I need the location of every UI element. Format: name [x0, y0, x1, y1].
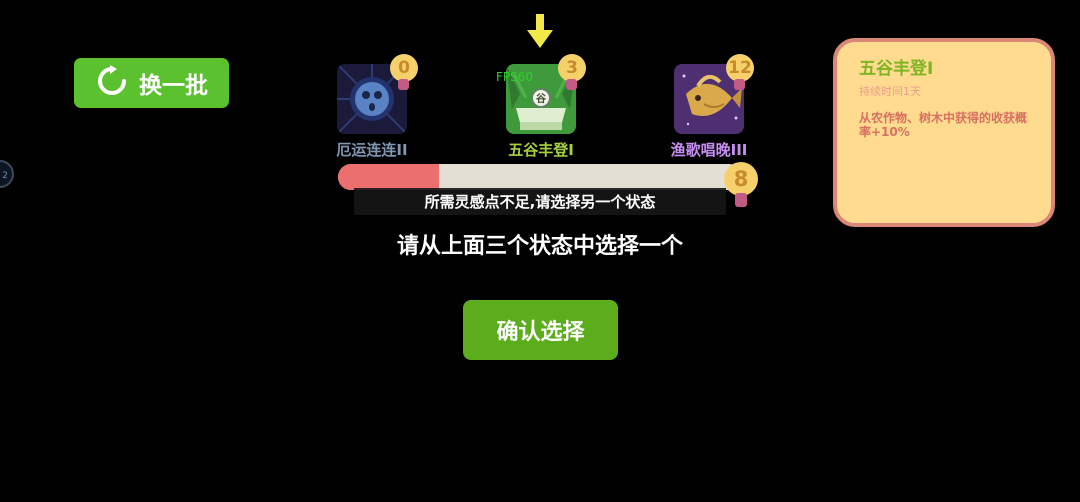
selection-prompt: 请从上面三个状态中选择一个: [396, 234, 683, 259]
status-name: 厄运连连II: [336, 141, 408, 159]
inspiration-progress-bar: [338, 164, 742, 190]
confirm-selection-button[interactable]: 确认选择: [463, 300, 618, 360]
status-count-badge: 0: [390, 54, 418, 82]
detail-description: 从农作物、树木中获得的收获概率+10%: [859, 111, 1028, 139]
fps-counter: FPS60: [496, 70, 534, 84]
badge-pin: [398, 79, 409, 90]
status-detail-panel: 五谷丰登I 持续时间1天 从农作物、树木中获得的收获概率+10%: [833, 38, 1055, 227]
inspiration-progress-fill: [338, 164, 439, 190]
insufficient-points-toast: 所需灵感点不足,请选择另一个状态: [354, 188, 726, 215]
status-name: 渔歌唱晚III: [670, 141, 748, 159]
refresh-batch-label: 换一批: [139, 73, 208, 99]
down-arrow-icon: [526, 14, 554, 54]
inspiration-points-badge: 8: [724, 162, 758, 196]
status-count-badge: 3: [558, 54, 586, 82]
refresh-icon: [95, 64, 129, 102]
badge-pin: [566, 79, 577, 90]
svg-text:谷: 谷: [536, 92, 547, 105]
detail-title: 五谷丰登I: [859, 59, 934, 79]
refresh-batch-button[interactable]: 换一批: [74, 58, 229, 108]
badge-pin: [735, 193, 747, 207]
status-name: 五谷丰登I: [508, 141, 574, 159]
side-indicator-text: 2: [2, 171, 8, 181]
badge-pin: [734, 79, 745, 90]
detail-duration: 持续时间1天: [859, 85, 921, 98]
status-count-badge: 12: [726, 54, 754, 82]
side-indicator[interactable]: 2: [0, 160, 14, 188]
